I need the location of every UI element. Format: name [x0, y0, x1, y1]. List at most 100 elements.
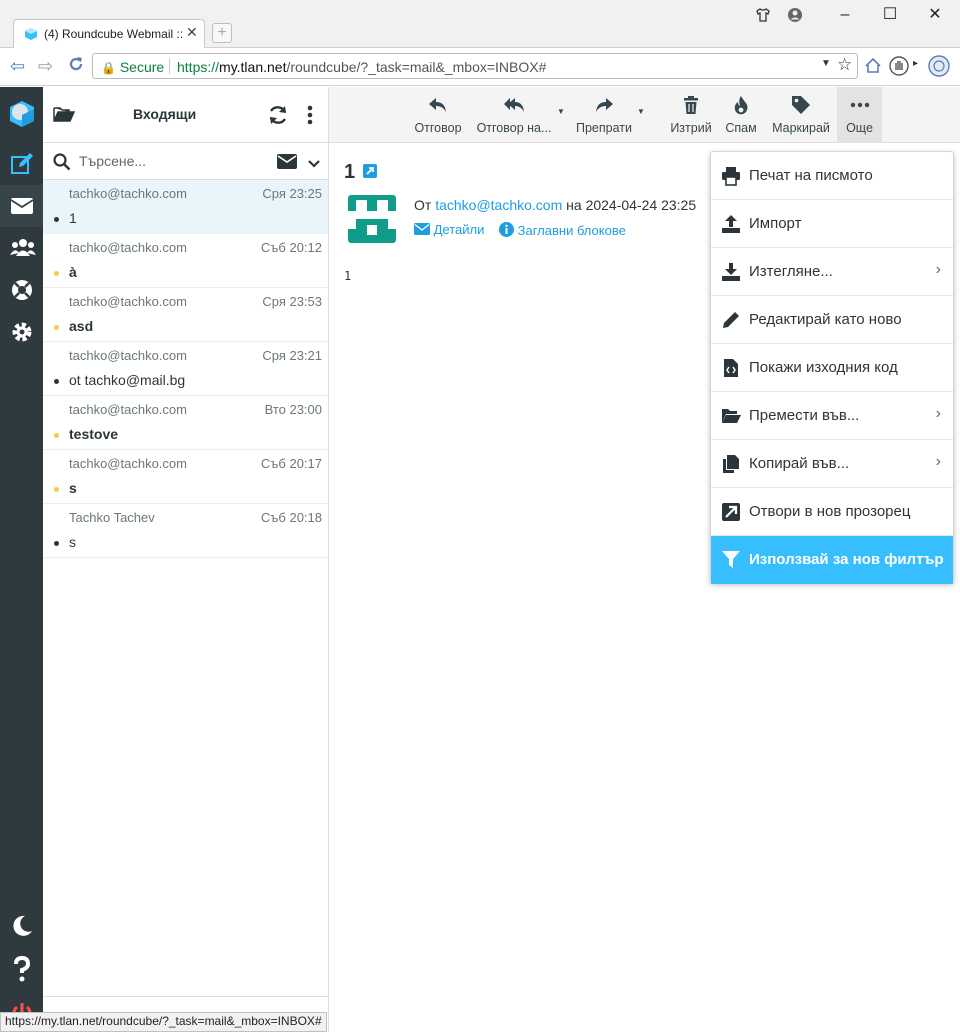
extension-hand-icon[interactable] — [889, 56, 909, 81]
about-question-icon[interactable] — [0, 947, 43, 989]
message-date: Съб 20:12 — [260, 240, 322, 255]
headers-link[interactable]: Заглавни блокове — [499, 222, 626, 238]
mark-button[interactable]: Маркирай — [767, 87, 835, 143]
headers-label: Заглавни блокове — [517, 223, 626, 238]
tab-title: (4) Roundcube Webmail :: — [44, 27, 182, 41]
extension-shirt-icon[interactable] — [748, 5, 778, 25]
compose-icon[interactable] — [0, 143, 43, 185]
details-link[interactable]: Детайли — [414, 222, 484, 237]
dropdown-arrow-icon[interactable]: ▼ — [821, 58, 831, 69]
tab-close-icon[interactable]: ✕ — [186, 24, 198, 41]
message-from: tachko@tachko.com — [69, 240, 187, 255]
secure-indicator[interactable]: 🔒 Secure — [101, 59, 164, 75]
pencil-icon — [723, 312, 739, 328]
close-window-button[interactable]: ✕ — [920, 5, 950, 25]
bookmark-star-icon[interactable]: ☆ — [837, 55, 852, 75]
list-options-icon[interactable] — [307, 105, 313, 130]
forward-dropdown-icon[interactable]: ▼ — [637, 107, 645, 116]
url-protocol: https:// — [177, 59, 220, 75]
delete-button[interactable]: Изтрий — [665, 87, 717, 143]
message-row[interactable]: tachko@tachko.com Сря 23:53 asd — [43, 288, 328, 342]
refresh-icon[interactable] — [267, 104, 289, 131]
extension-globe-icon[interactable] — [928, 55, 950, 82]
message-row[interactable]: tachko@tachko.com Сря 23:25 1 — [43, 180, 328, 234]
more-dots-icon — [850, 102, 869, 108]
message-row[interactable]: tachko@tachko.com Вто 23:00 testove — [43, 396, 328, 450]
message-date: 2024-04-24 23:25 — [585, 197, 697, 213]
dark-mode-moon-icon[interactable] — [0, 905, 43, 947]
contacts-icon[interactable] — [0, 227, 43, 269]
download-icon — [722, 263, 740, 281]
back-arrow-icon[interactable]: ⇦ — [10, 56, 25, 77]
status-dot-icon[interactable] — [54, 217, 59, 222]
browser-tab[interactable]: (4) Roundcube Webmail :: ✕ — [13, 19, 205, 48]
profile-icon[interactable] — [780, 5, 810, 25]
message-row[interactable]: Tachko Tachev Съб 20:18 s — [43, 504, 328, 558]
sender-email-link[interactable]: tachko@tachko.com — [435, 197, 562, 213]
search-options-chevron-icon[interactable] — [308, 156, 320, 174]
trash-icon — [684, 96, 698, 114]
message-list-pane: Входящи tachko@tachko.comСря 23:251 tachk… — [43, 87, 329, 1032]
menu-item-print[interactable]: Печат на писмото — [711, 152, 953, 200]
reload-icon[interactable] — [67, 55, 85, 78]
message-row[interactable]: tachko@tachko.com Съб 20:12 à — [43, 234, 328, 288]
message-subject: s — [69, 480, 77, 496]
folder-title: Входящи — [133, 106, 197, 122]
submenu-chevron-icon: › — [935, 405, 941, 422]
mail-icon[interactable] — [0, 185, 43, 227]
menu-item-edit-as-new[interactable]: Редактирай като ново — [711, 296, 953, 344]
message-date: Вто 23:00 — [264, 402, 322, 417]
maximize-button[interactable]: ☐ — [875, 5, 905, 25]
message-body: 1 — [344, 269, 352, 283]
status-dot-icon[interactable] — [54, 271, 59, 276]
spam-button[interactable]: Спам — [719, 87, 763, 143]
url-host: my.tlan.net — [219, 59, 287, 75]
search-icon[interactable] — [53, 153, 71, 176]
url-text[interactable]: https://my.tlan.net/roundcube/?_task=mai… — [177, 59, 546, 75]
menu-item-import[interactable]: Импорт — [711, 200, 953, 248]
menu-item-create-filter[interactable]: Използвай за нов филтър — [711, 536, 953, 584]
list-header: Входящи — [43, 87, 328, 143]
forward-button[interactable]: Препрати — [571, 87, 637, 143]
submenu-chevron-icon: › — [935, 261, 941, 278]
status-dot-icon[interactable] — [54, 433, 59, 438]
minimize-button[interactable]: – — [830, 5, 860, 25]
status-dot-icon[interactable] — [54, 379, 59, 384]
address-bar[interactable]: 🔒 Secure https://my.tlan.net/roundcube/?… — [92, 53, 858, 79]
menu-item-move-to[interactable]: Премести във... › — [711, 392, 953, 440]
reply-all-icon — [504, 98, 524, 112]
message-row[interactable]: tachko@tachko.com Сря 23:21 ot tachko@mail… — [43, 342, 328, 396]
search-input[interactable] — [77, 152, 271, 170]
more-label: Още — [846, 121, 873, 135]
message-row[interactable]: tachko@tachko.com Съб 20:17 s — [43, 450, 328, 504]
message-subject: s — [69, 534, 76, 550]
settings-gear-icon[interactable] — [0, 311, 43, 353]
menu-item-open-new-window[interactable]: Отвори в нов прозорец — [711, 488, 953, 536]
status-dot-icon[interactable] — [54, 541, 59, 546]
open-in-new-window-icon[interactable] — [363, 164, 377, 178]
menu-item-view-source[interactable]: Покажи изходния код — [711, 344, 953, 392]
folders-icon[interactable] — [53, 105, 76, 128]
external-link-icon — [722, 503, 740, 521]
help-lifebuoy-icon[interactable] — [0, 269, 43, 311]
extensions-chevron-icon[interactable]: ▸ — [913, 58, 918, 69]
status-dot-icon[interactable] — [54, 487, 59, 492]
menu-item-download[interactable]: Изтегляне... › — [711, 248, 953, 296]
reply-all-button[interactable]: Отговор на... — [473, 87, 555, 143]
more-button[interactable]: Още — [837, 87, 882, 143]
search-scope-envelope-icon[interactable] — [277, 154, 297, 174]
new-tab-button[interactable]: + — [212, 23, 232, 43]
roundcube-favicon-icon — [25, 28, 37, 40]
home-icon[interactable] — [864, 57, 882, 80]
reply-button[interactable]: Отговор — [409, 87, 467, 143]
status-dot-icon[interactable] — [54, 325, 59, 330]
reply-all-dropdown-icon[interactable]: ▼ — [557, 107, 565, 116]
mark-label: Маркирай — [772, 121, 830, 135]
message-date: Сря 23:25 — [262, 186, 322, 201]
roundcube-logo-icon[interactable] — [0, 93, 43, 135]
menu-item-copy-to[interactable]: Копирай във... › — [711, 440, 953, 488]
message-from: tachko@tachko.com — [69, 294, 187, 309]
menu-item-label: Изтегляне... — [749, 263, 833, 280]
address-separator — [169, 58, 170, 74]
forward-arrow-icon[interactable]: ⇨ — [38, 56, 53, 77]
